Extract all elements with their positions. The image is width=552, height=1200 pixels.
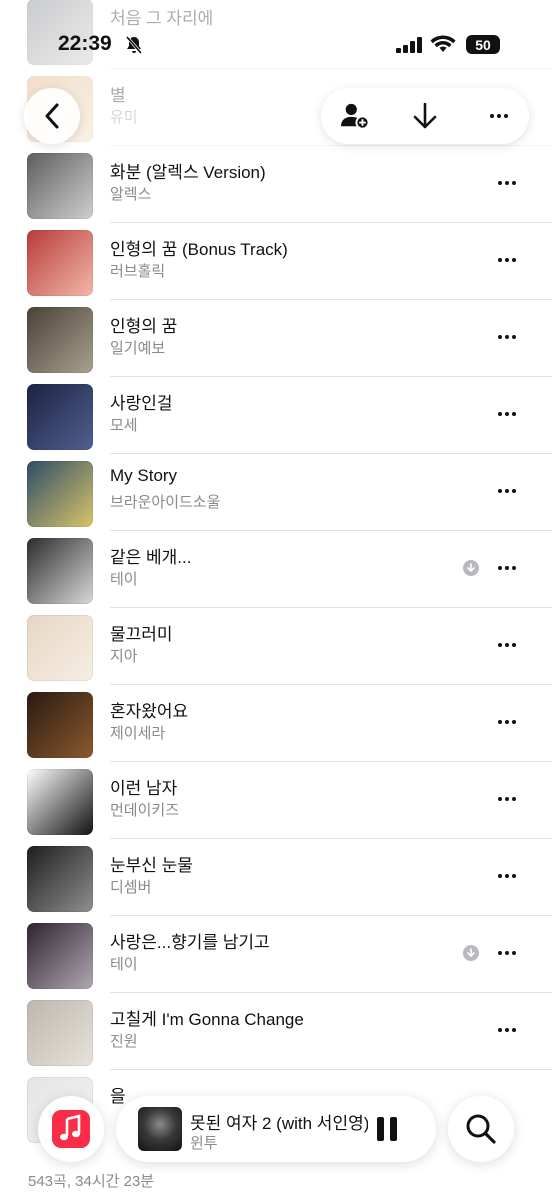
album-artwork — [27, 1000, 93, 1066]
chevron-left-icon — [45, 103, 59, 129]
download-button[interactable] — [411, 102, 439, 130]
song-title: 사랑은...향기를 남기고 — [110, 933, 270, 952]
cellular-signal-icon — [396, 37, 422, 53]
add-person-button[interactable] — [341, 102, 369, 130]
song-more-button[interactable] — [494, 324, 520, 350]
song-more-button[interactable] — [494, 170, 520, 196]
song-more-button[interactable] — [494, 632, 520, 658]
wifi-icon — [430, 35, 456, 52]
album-artwork — [27, 153, 93, 219]
song-more-button[interactable] — [494, 786, 520, 812]
album-artwork — [27, 846, 93, 912]
song-artist: 디셈버 — [110, 879, 152, 896]
song-more-button[interactable] — [494, 940, 520, 966]
downloaded-icon — [463, 945, 479, 961]
album-artwork — [27, 461, 93, 527]
song-more-button[interactable] — [494, 863, 520, 889]
battery-level: 50 — [475, 36, 491, 53]
song-title: 고칠게 I'm Gonna Change — [110, 1010, 304, 1029]
ellipsis-icon — [490, 114, 508, 118]
arrow-down-icon — [413, 102, 437, 129]
song-title: 별 — [110, 86, 126, 105]
song-row[interactable]: 눈부신 눈물디셈버 — [0, 839, 552, 916]
status-bar: 22:39 50 — [0, 0, 552, 60]
song-more-button[interactable] — [494, 401, 520, 427]
song-artist: 진원 — [110, 1033, 138, 1050]
song-row[interactable]: 사랑인걸모세 — [0, 377, 552, 454]
now-playing-artwork — [138, 1107, 182, 1151]
song-row[interactable]: 물끄러미지아 — [0, 608, 552, 685]
song-title: 같은 베개... — [110, 548, 192, 567]
bell-slash-icon — [125, 36, 143, 54]
album-artwork — [27, 923, 93, 989]
more-options-button[interactable] — [485, 102, 513, 130]
back-button[interactable] — [24, 88, 80, 144]
album-artwork — [27, 692, 93, 758]
song-more-button[interactable] — [494, 478, 520, 504]
status-time: 22:39 — [58, 32, 112, 55]
song-artist: 제이세라 — [110, 725, 166, 742]
song-row[interactable]: 인형의 꿈 (Bonus Track) 러브홀릭 — [0, 223, 552, 300]
album-artwork — [27, 538, 93, 604]
song-artist: 테이 — [110, 571, 138, 588]
song-row[interactable]: 인형의 꿈일기예보 — [0, 300, 552, 377]
song-title: 을 — [110, 1087, 126, 1106]
now-playing-artist: 윈투 — [190, 1135, 218, 1152]
song-artist: 알렉스 — [110, 186, 152, 203]
library-button[interactable] — [38, 1096, 104, 1162]
downloaded-icon — [463, 560, 479, 576]
song-row[interactable]: 고칠게 I'm Gonna Change 진원 — [0, 993, 552, 1070]
song-row[interactable]: 같은 베개... 테이 — [0, 531, 552, 608]
song-row[interactable]: 사랑은...향기를 남기고테이 — [0, 916, 552, 993]
song-title: 사랑인걸 — [110, 394, 173, 413]
song-artist: 모세 — [110, 417, 138, 434]
song-row[interactable]: My Story 브라운아이드소울 — [0, 454, 552, 531]
person-add-icon — [341, 103, 369, 130]
song-title: 이런 남자 — [110, 779, 178, 798]
album-artwork — [27, 615, 93, 681]
search-button[interactable] — [448, 1096, 514, 1162]
song-title: 물끄러미 — [110, 625, 173, 644]
song-row[interactable]: 혼자왔어요제이세라 — [0, 685, 552, 762]
song-artist: 테이 — [110, 956, 138, 973]
magnifier-icon — [466, 1114, 496, 1144]
song-artist: 러브홀릭 — [110, 263, 166, 280]
song-more-button[interactable] — [494, 555, 520, 581]
song-artist: 먼데이키즈 — [110, 802, 180, 819]
song-more-button[interactable] — [494, 1017, 520, 1043]
song-artist: 브라운아이드소울 — [110, 494, 221, 511]
song-title: 화분 (알렉스 Version) — [110, 163, 266, 182]
battery-indicator: 50 — [466, 35, 500, 54]
song-title: 눈부신 눈물 — [110, 856, 193, 875]
now-playing-title: 못된 여자 2 (with 서인영) — [190, 1114, 368, 1133]
album-artwork — [27, 384, 93, 450]
song-artist: 지아 — [110, 648, 138, 665]
song-title: 인형의 꿈 — [110, 317, 178, 336]
song-artist: 유미 — [110, 109, 138, 126]
song-row[interactable]: 화분 (알렉스 Version) 알렉스 — [0, 146, 552, 223]
album-artwork — [27, 307, 93, 373]
pause-icon[interactable] — [374, 1116, 400, 1142]
song-artist: 일기예보 — [110, 340, 166, 357]
playlist-summary: 543곡, 34시간 23분 — [28, 1173, 155, 1190]
album-artwork — [27, 769, 93, 835]
music-app-icon — [52, 1110, 90, 1148]
mini-player[interactable]: 못된 여자 2 (with 서인영) 윈투 — [116, 1096, 436, 1162]
song-title: 혼자왔어요 — [110, 702, 189, 721]
album-artwork — [27, 230, 93, 296]
song-more-button[interactable] — [494, 709, 520, 735]
song-title: My Story — [110, 466, 178, 485]
playlist-actions — [321, 88, 529, 144]
song-title: 인형의 꿈 (Bonus Track) — [110, 240, 288, 259]
song-row[interactable]: 이런 남자먼데이키즈 — [0, 762, 552, 839]
song-more-button[interactable] — [494, 247, 520, 273]
